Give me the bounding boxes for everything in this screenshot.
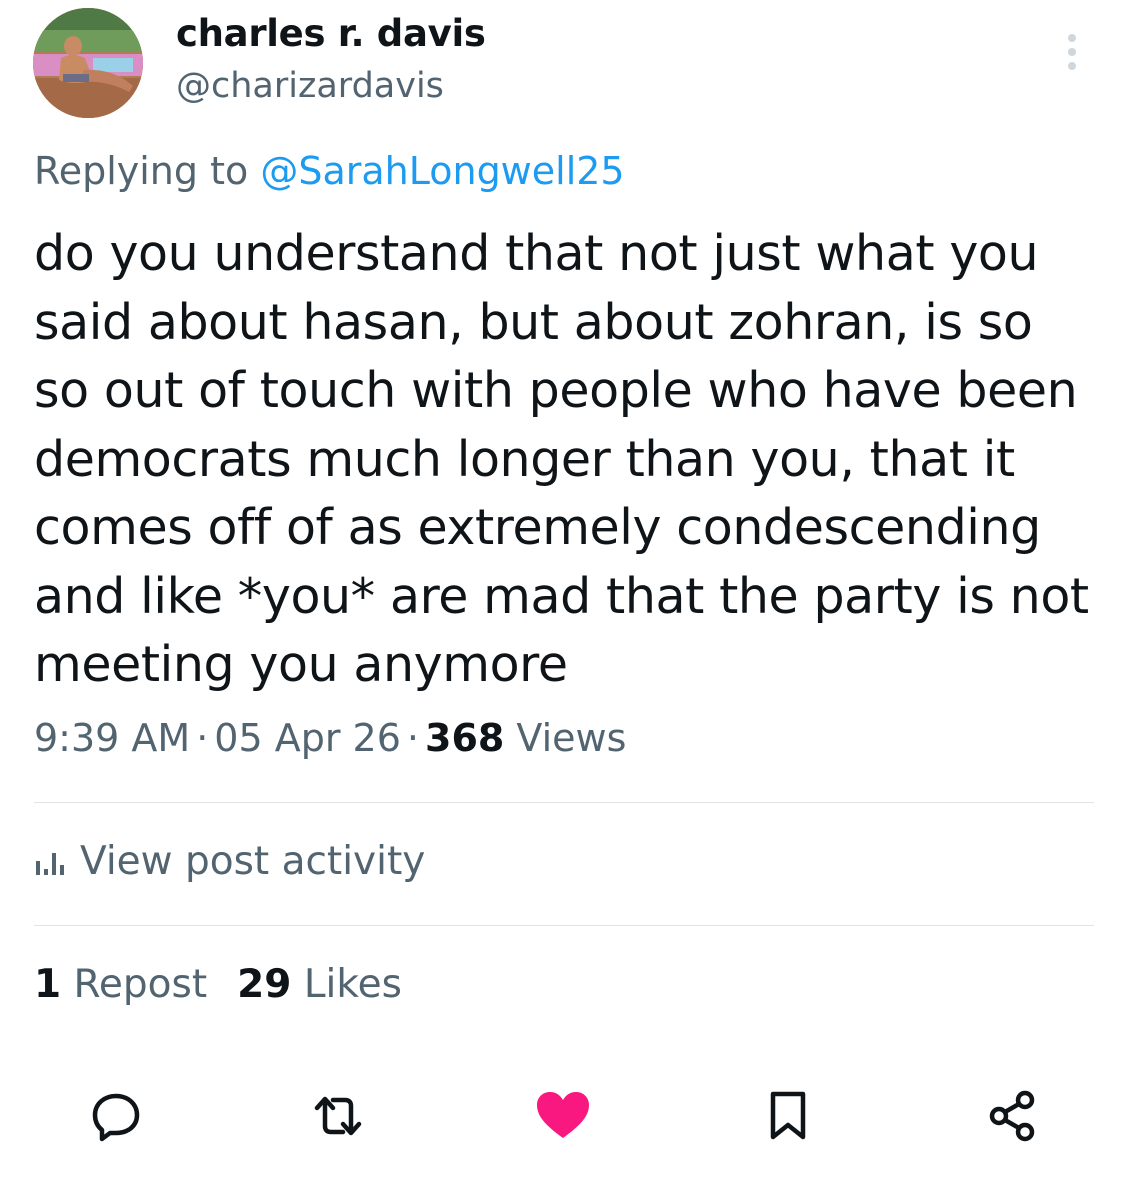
user-handle[interactable]: @charizardavis [176, 66, 444, 106]
tweet-detail: charles r. davis @charizardavis Replying… [0, 0, 1127, 1200]
reposts-count: 1 [34, 962, 62, 1007]
tweet-stats: 1 Repost 29 Likes [34, 962, 402, 1007]
tweet-meta: 9:39 AM · 05 Apr 26 · 368 Views [34, 716, 626, 760]
tweet-text-line: said about hasan, but about zohran, is s… [34, 293, 1033, 351]
divider [34, 802, 1094, 803]
repost-icon [314, 1096, 362, 1136]
replying-to-label: Replying to [34, 149, 249, 193]
avatar-photo [33, 8, 143, 118]
like-button[interactable] [535, 1088, 591, 1144]
likes-label: Likes [303, 962, 402, 1007]
tweet-text-line: meeting you anymore [34, 636, 568, 693]
analytics-icon [36, 852, 64, 875]
meta-separator: · [406, 716, 419, 760]
more-options-icon[interactable] [1052, 28, 1092, 76]
tweet-text-line: comes off of as extremely condescending [34, 499, 1041, 556]
tweet-time[interactable]: 9:39 AM [34, 716, 190, 760]
reply-button[interactable] [88, 1088, 144, 1144]
tweet-date[interactable]: 05 Apr 26 [214, 716, 401, 760]
reply-mention-link[interactable]: @SarahLongwell25 [260, 149, 624, 193]
divider [34, 925, 1094, 926]
views-label: Views [516, 716, 627, 760]
reply-icon [92, 1093, 140, 1142]
tweet-text: do you understand that not just what you… [34, 220, 1094, 700]
replying-to: Replying to @SarahLongwell25 [34, 149, 625, 193]
tweet-text-line: democrats much longer than you, that it [34, 430, 1015, 488]
repost-button[interactable] [310, 1088, 366, 1144]
bookmark-button[interactable] [760, 1088, 816, 1144]
views-count: 368 [425, 716, 505, 760]
view-post-activity-label: View post activity [80, 839, 426, 884]
like-icon [537, 1092, 589, 1138]
reposts-label: Repost [73, 962, 208, 1007]
bookmark-icon [770, 1091, 806, 1140]
display-name[interactable]: charles r. davis [176, 12, 486, 55]
avatar[interactable] [33, 8, 143, 118]
likes-count: 29 [237, 962, 292, 1007]
reposts-stat[interactable]: 1 Repost [34, 962, 207, 1007]
view-post-activity-button[interactable]: View post activity [34, 839, 425, 884]
tweet-text-line: and like *you* are mad that the party is… [34, 567, 1089, 625]
likes-stat[interactable]: 29 Likes [237, 962, 402, 1007]
tweet-text-line: so out of touch with people who have bee… [34, 362, 1078, 419]
share-icon [989, 1090, 1035, 1142]
share-button[interactable] [985, 1088, 1041, 1144]
meta-separator: · [196, 716, 209, 760]
tweet-text-line: do you understand that not just what you [34, 225, 1039, 282]
